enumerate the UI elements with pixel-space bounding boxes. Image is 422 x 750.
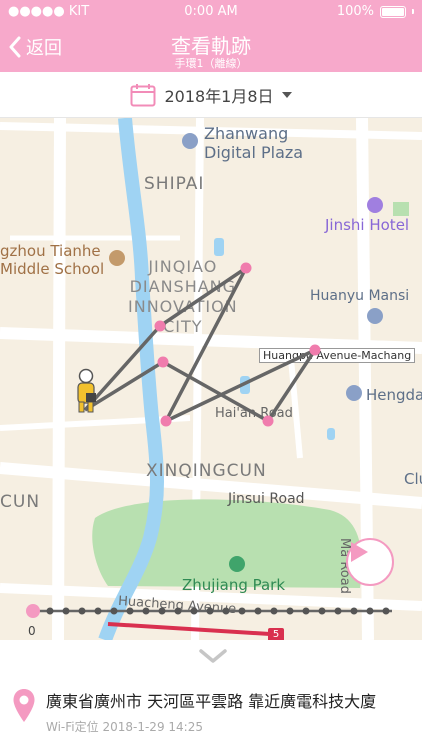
date-label: 2018年1月8日 [164, 86, 274, 106]
timeline-handle [26, 604, 40, 618]
route-badge: 5 [268, 628, 284, 640]
track-point[interactable] [262, 415, 274, 427]
track-point[interactable] [240, 262, 252, 274]
battery-percentage: 100% [336, 4, 374, 19]
track-point[interactable] [160, 415, 172, 427]
nav-header: ●●●●● KIT 0:00 AM 100% 返回 查看軌跡 手環1（離線） [0, 0, 422, 72]
chevron-down-icon[interactable] [198, 648, 228, 664]
track-point[interactable] [309, 344, 321, 356]
status-bar: ●●●●● KIT 0:00 AM 100% [0, 4, 422, 22]
track-point[interactable] [154, 320, 166, 332]
location-pin-icon [13, 689, 35, 722]
timeline-slider[interactable]: 0 [0, 596, 422, 638]
location-info: 廣東省廣州市 天河區平雲路 靠近廣電科技大廈 Wi-Fi定位 2018-1-29… [12, 688, 376, 735]
track-point[interactable] [157, 356, 169, 368]
location-address: 廣東省廣州市 天河區平雲路 靠近廣電科技大廈 [46, 692, 377, 711]
calendar-icon [130, 83, 156, 106]
battery-status: 100% [337, 4, 414, 19]
location-panel: 廣東省廣州市 天河區平雲路 靠近廣電科技大廈 Wi-Fi定位 2018-1-29… [0, 640, 422, 750]
location-timestamp: 2018-1-29 14:25 [102, 720, 203, 734]
date-picker[interactable]: 2018年1月8日 [0, 72, 422, 118]
caret-down-icon [281, 91, 292, 98]
timeline-track [26, 604, 392, 618]
device-subtitle: 手環1（離線） [174, 57, 248, 70]
play-button[interactable] [346, 538, 394, 586]
location-meta: Wi-Fi定位 2018-1-29 14:25 [46, 718, 376, 735]
track-map[interactable]: Zhanwang Digital Plaza SHIPAI Jinshi Hot… [0, 118, 422, 640]
play-icon [351, 542, 368, 562]
person-marker-icon[interactable] [72, 368, 100, 416]
battery-icon [380, 5, 406, 18]
location-method: Wi-Fi定位 [46, 720, 99, 734]
timeline-start-label: 0 [28, 624, 36, 638]
